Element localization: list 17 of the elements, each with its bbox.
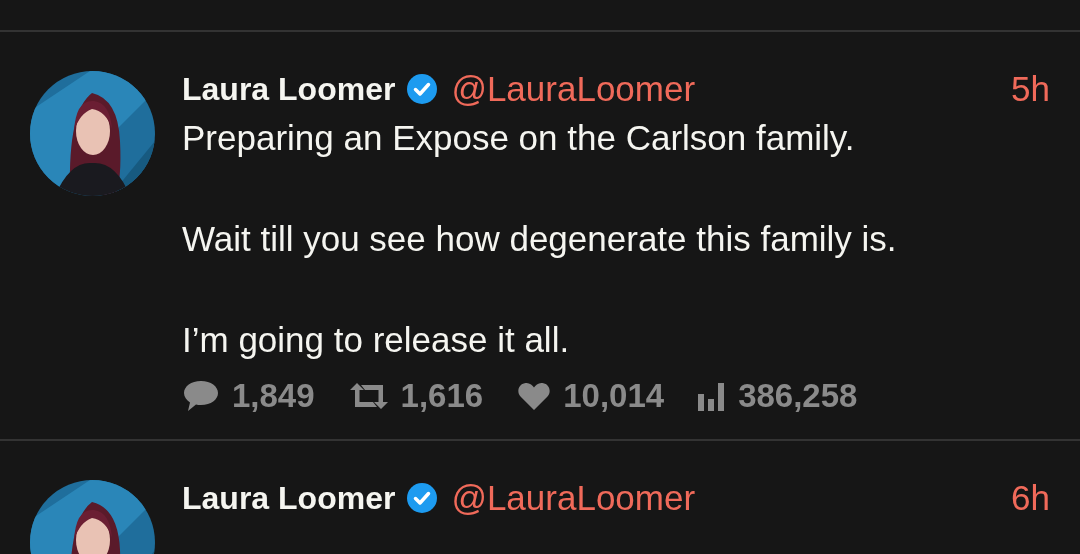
stat-count: 1,616 <box>400 377 484 415</box>
author-handle[interactable]: @LauraLoomer <box>451 69 696 109</box>
post-time: 5h <box>1011 69 1050 109</box>
post-text: I’m going to release it all. <box>182 319 571 361</box>
author-name[interactable]: Laura Loomer <box>182 70 396 108</box>
stat-count: 386,258 <box>738 377 858 415</box>
post-text: Wait till you see how degenerate this family is. <box>182 218 898 260</box>
bar-chart-icon[interactable] <box>698 381 727 411</box>
post-time: 6h <box>1011 478 1050 518</box>
stat-count: 1,849 <box>232 377 315 415</box>
post-text: Preparing an Expose on the Carlson family. <box>182 117 856 159</box>
speech-bubble-icon[interactable] <box>182 379 220 413</box>
author-handle[interactable]: @LauraLoomer <box>451 478 696 518</box>
author-name[interactable]: Laura Loomer <box>182 479 396 517</box>
stat-count: 10,014 <box>563 377 665 415</box>
repost-icon[interactable] <box>348 381 389 411</box>
heart-icon[interactable] <box>517 381 552 411</box>
